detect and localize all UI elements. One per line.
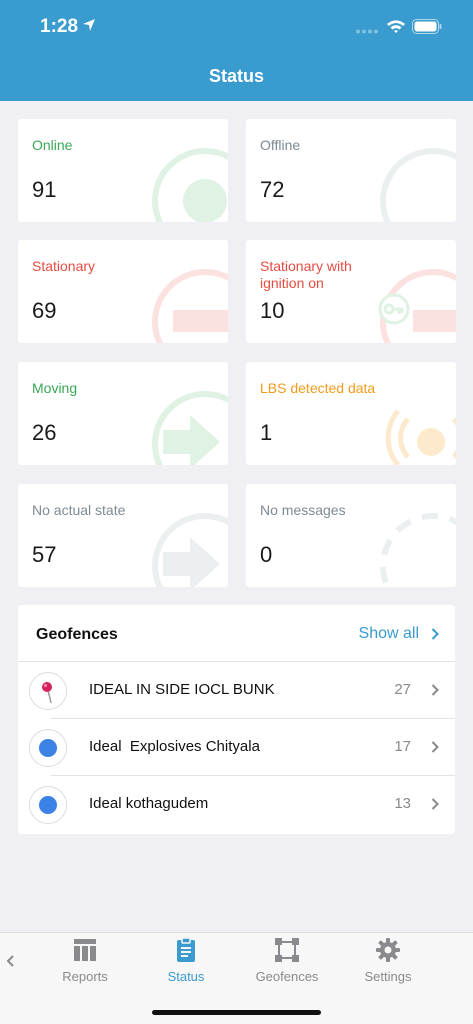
- card-value: 0: [260, 542, 273, 567]
- location-arrow-icon: [83, 19, 95, 31]
- status-card-offline[interactable]: Offline 72: [246, 119, 456, 222]
- status-card-no-messages[interactable]: No messages 0: [246, 484, 456, 587]
- status-card-online[interactable]: Online 91: [18, 119, 228, 222]
- status-card-no-actual-state[interactable]: No actual state 57: [18, 484, 228, 587]
- stationary-stop-icon: [152, 269, 228, 343]
- tab-label: Settings: [364, 969, 412, 984]
- tab-geofences[interactable]: Geofences: [242, 937, 332, 984]
- chevron-right-icon: [431, 684, 439, 696]
- geofence-row[interactable]: Ideal Explosives Chityala 17: [18, 719, 455, 776]
- blue-dot-icon: [29, 786, 67, 824]
- chevron-right-icon: [431, 741, 439, 753]
- geofence-count: 27: [394, 681, 411, 698]
- status-bar: 1:28: [0, 0, 473, 54]
- gear-icon: [376, 938, 400, 962]
- status-card-moving[interactable]: Moving 26: [18, 362, 228, 465]
- status-card-stationary-ignition[interactable]: Stationary with ignition on 10: [246, 240, 456, 343]
- reports-icon: [74, 939, 96, 961]
- geofence-row[interactable]: Ideal kothagudem 13: [18, 776, 455, 833]
- ignition-key-icon: [378, 269, 456, 343]
- tab-bar: Reports Status Geofences Settings: [0, 932, 473, 1024]
- blue-dot-icon: [29, 729, 67, 767]
- moving-arrow-icon: [152, 391, 228, 465]
- wifi-icon: [387, 20, 405, 33]
- geofence-count: 17: [394, 738, 411, 755]
- geofence-name: Ideal Explosives Chityala: [89, 738, 260, 755]
- card-value: 91: [32, 177, 57, 202]
- geofence-name: IDEAL IN SIDE IOCL BUNK: [89, 681, 275, 698]
- card-value: 72: [260, 177, 285, 202]
- tab-label: Geofences: [255, 969, 319, 984]
- card-value: 57: [32, 542, 57, 567]
- tab-label: Status: [167, 969, 205, 984]
- geofence-name: Ideal kothagudem: [89, 795, 209, 812]
- app-header: 1:28 Status: [0, 0, 473, 101]
- signal-dots-icon: [356, 29, 378, 34]
- chevron-right-icon: [431, 798, 439, 810]
- card-value: 69: [32, 298, 57, 323]
- geofence-row[interactable]: IDEAL IN SIDE IOCL BUNK 27: [18, 662, 455, 719]
- geofence-square-icon: [275, 938, 299, 962]
- no-messages-dashed-circle-icon: [380, 513, 456, 587]
- no-state-arrow-icon: [152, 513, 228, 587]
- tab-status[interactable]: Status: [141, 937, 231, 984]
- lbs-signal-icon: [385, 409, 456, 465]
- geofences-panel: Geofences Show all IDEAL IN SIDE IOCL BU…: [18, 605, 455, 834]
- battery-icon: [412, 19, 442, 34]
- geofence-count: 13: [394, 795, 411, 812]
- pin-icon: [29, 672, 67, 710]
- card-value: 1: [260, 420, 273, 445]
- chevron-left-icon[interactable]: [5, 953, 17, 969]
- tab-reports[interactable]: Reports: [40, 937, 130, 984]
- offline-circle-icon: [380, 148, 456, 222]
- online-circle-icon: [152, 148, 228, 222]
- page-title: Status: [208, 66, 264, 86]
- show-all-label: Show all: [358, 625, 419, 642]
- card-value: 10: [260, 298, 285, 323]
- clock: 1:28: [40, 16, 79, 37]
- card-value: 26: [32, 420, 57, 445]
- home-indicator: [152, 1010, 321, 1015]
- clipboard-icon: [177, 937, 195, 962]
- geofences-title: Geofences: [36, 626, 118, 643]
- status-card-stationary[interactable]: Stationary 69: [18, 240, 228, 343]
- show-all-button[interactable]: Show all: [359, 625, 439, 643]
- tab-label: Reports: [62, 969, 108, 984]
- status-card-lbs[interactable]: LBS detected data 1: [246, 362, 456, 465]
- chevron-right-icon: [431, 628, 439, 640]
- tab-settings[interactable]: Settings: [343, 937, 433, 984]
